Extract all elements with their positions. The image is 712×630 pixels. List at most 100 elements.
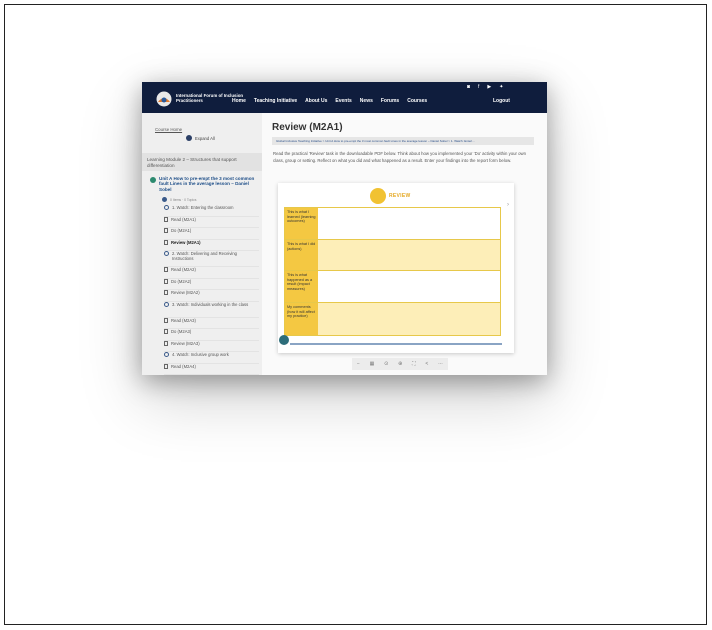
- zoom-fit-icon[interactable]: ⊙: [384, 361, 388, 367]
- table-row: This is what I learned (learning outcome…: [284, 207, 501, 240]
- lesson-item[interactable]: 1. Watch: Entering the classroom: [164, 205, 259, 217]
- row-label: This is what I did (actions): [285, 240, 318, 270]
- lesson-label: 4. Watch: Inclusive group work: [172, 352, 229, 357]
- document-icon: [164, 329, 168, 334]
- lesson-label: Review (M2A3): [171, 340, 200, 346]
- document-icon: [164, 216, 168, 222]
- unit-title[interactable]: Unit A How to pre-empt the 3 most common…: [150, 176, 258, 192]
- lesson-item[interactable]: Review (M2A3): [164, 340, 259, 352]
- nav-news[interactable]: News: [360, 98, 373, 104]
- video-circle-icon: [164, 251, 169, 256]
- lesson-item[interactable]: Review (M2A2): [164, 290, 259, 302]
- task-description: Read the practical ‘Review’ task in the …: [273, 151, 527, 163]
- document-icon: [164, 363, 168, 369]
- lesson-item[interactable]: Read (M2A3): [164, 317, 259, 329]
- row-entry: [318, 303, 500, 335]
- lesson-item[interactable]: Read (M2A2): [164, 267, 259, 279]
- lesson-label: 1. Watch: Entering the classroom: [172, 205, 234, 210]
- expand-icon: [186, 135, 192, 141]
- main-content: Review (M2A1) Global Inclusive Teaching …: [262, 113, 547, 375]
- row-entry: [318, 240, 500, 270]
- nav-home[interactable]: Home: [232, 98, 246, 104]
- lesson-item[interactable]: Read (M2A4): [164, 363, 259, 375]
- course-home-link[interactable]: Course Home: [155, 127, 182, 132]
- document-icon: [164, 267, 168, 272]
- lesson-item[interactable]: Do (M2A3): [164, 329, 259, 341]
- globe-icon: [279, 335, 289, 345]
- lesson-item[interactable]: Do (M2A2): [164, 278, 259, 290]
- lesson-label: Review (M2A2): [171, 290, 200, 295]
- document-icon: [164, 228, 168, 233]
- lesson-label: Do (M2A2): [171, 278, 192, 284]
- lesson-item[interactable]: Read (M2A1): [164, 216, 259, 228]
- fullscreen-icon[interactable]: ⛶: [412, 361, 416, 367]
- instagram-icon[interactable]: ◙: [467, 85, 470, 90]
- lesson-label: Read (M2A2): [171, 267, 196, 272]
- row-label: My comments (how it will affect my pract…: [285, 303, 318, 335]
- twitter-icon[interactable]: ✦: [499, 85, 503, 90]
- table-row: This is what I did (actions): [284, 240, 501, 271]
- lesson-list: 1. Watch: Entering the classroom Read (M2…: [164, 205, 259, 375]
- module-title[interactable]: Learning Module 2 – Structures that supp…: [142, 153, 262, 171]
- video-circle-icon: [164, 352, 169, 357]
- lesson-label: Do (M2A1): [171, 228, 192, 233]
- more-icon[interactable]: ⋯: [438, 361, 443, 367]
- row-label: This is what happened as a result (impac…: [285, 271, 318, 302]
- viewer-toolbar: − ▦ ⊙ ⊕ ⛶ < ⋯: [352, 358, 448, 370]
- lesson-label: Read (M2A4): [171, 363, 196, 369]
- lesson-label: Read (M2A3): [171, 317, 196, 323]
- lesson-item[interactable]: Review (M2A1): [164, 239, 259, 251]
- screenshot: International Forum of Inclusion Practit…: [142, 82, 547, 375]
- top-nav: International Forum of Inclusion Practit…: [142, 82, 547, 113]
- logout-link[interactable]: Logout: [493, 98, 510, 104]
- review-heading: REVIEW: [389, 193, 411, 199]
- lesson-item[interactable]: 3. Watch: Individuals working in the cla…: [164, 301, 259, 318]
- lesson-label: Read (M2A1): [171, 216, 196, 222]
- review-badge-icon: [370, 188, 386, 204]
- facebook-icon[interactable]: f: [478, 85, 479, 90]
- document-icon: [164, 317, 168, 323]
- lesson-item[interactable]: 2. Watch: Delivering and Receiving Instr…: [164, 251, 259, 267]
- progress-icon: [162, 197, 167, 202]
- footer-line: [290, 343, 502, 345]
- zoom-out-icon[interactable]: −: [357, 361, 360, 367]
- lesson-label: Do (M2A3): [171, 329, 192, 334]
- nav-teaching-initiative[interactable]: Teaching Initiative: [254, 98, 297, 104]
- logo-icon: [156, 91, 172, 107]
- lesson-label: 2. Watch: Delivering and Receiving Instr…: [172, 251, 238, 261]
- breadcrumb[interactable]: Global Inclusive Teaching Initiative > U…: [272, 137, 534, 145]
- zoom-in-icon[interactable]: ⊕: [398, 361, 402, 367]
- row-entry: [318, 208, 500, 239]
- review-table: This is what I learned (learning outcome…: [284, 207, 501, 336]
- progress-label: 0 Items · 0 Topics: [170, 197, 197, 202]
- document-icon: [164, 239, 168, 245]
- pdf-viewer[interactable]: REVIEW › This is what I learned (learnin…: [278, 183, 514, 353]
- page-grid-icon[interactable]: ▦: [370, 361, 375, 367]
- document-frame: International Forum of Inclusion Practit…: [4, 4, 707, 625]
- video-circle-icon: [164, 301, 169, 307]
- next-page-icon[interactable]: ›: [507, 202, 509, 208]
- lesson-label: 3. Watch: Individuals working in the cla…: [172, 301, 249, 307]
- nav-events[interactable]: Events: [335, 98, 351, 104]
- page-title: Review (M2A1): [272, 122, 343, 133]
- lesson-label: Review (M2A1): [171, 239, 201, 245]
- video-circle-icon: [164, 205, 169, 210]
- nav-about-us[interactable]: About Us: [305, 98, 327, 104]
- expand-all-button[interactable]: Expand All: [186, 135, 215, 141]
- progress-status: 0 Items · 0 Topics: [162, 197, 197, 202]
- row-label: This is what I learned (learning outcome…: [285, 208, 318, 239]
- expand-all-label: Expand All: [195, 135, 215, 141]
- lesson-item[interactable]: Do (M2A1): [164, 228, 259, 240]
- social-links: ◙ f ▶ ✦: [467, 85, 503, 90]
- document-icon: [164, 340, 168, 346]
- check-circle-icon: [150, 177, 156, 183]
- nav-courses[interactable]: Courses: [407, 98, 427, 104]
- youtube-icon[interactable]: ▶: [487, 85, 491, 90]
- lesson-item[interactable]: 4. Watch: Inclusive group work: [164, 352, 259, 364]
- table-row: My comments (how it will affect my pract…: [284, 303, 501, 336]
- nav-forums[interactable]: Forums: [381, 98, 399, 104]
- table-row: This is what happened as a result (impac…: [284, 271, 501, 303]
- share-icon[interactable]: <: [425, 361, 428, 367]
- document-icon: [164, 278, 168, 284]
- row-entry: [318, 271, 500, 302]
